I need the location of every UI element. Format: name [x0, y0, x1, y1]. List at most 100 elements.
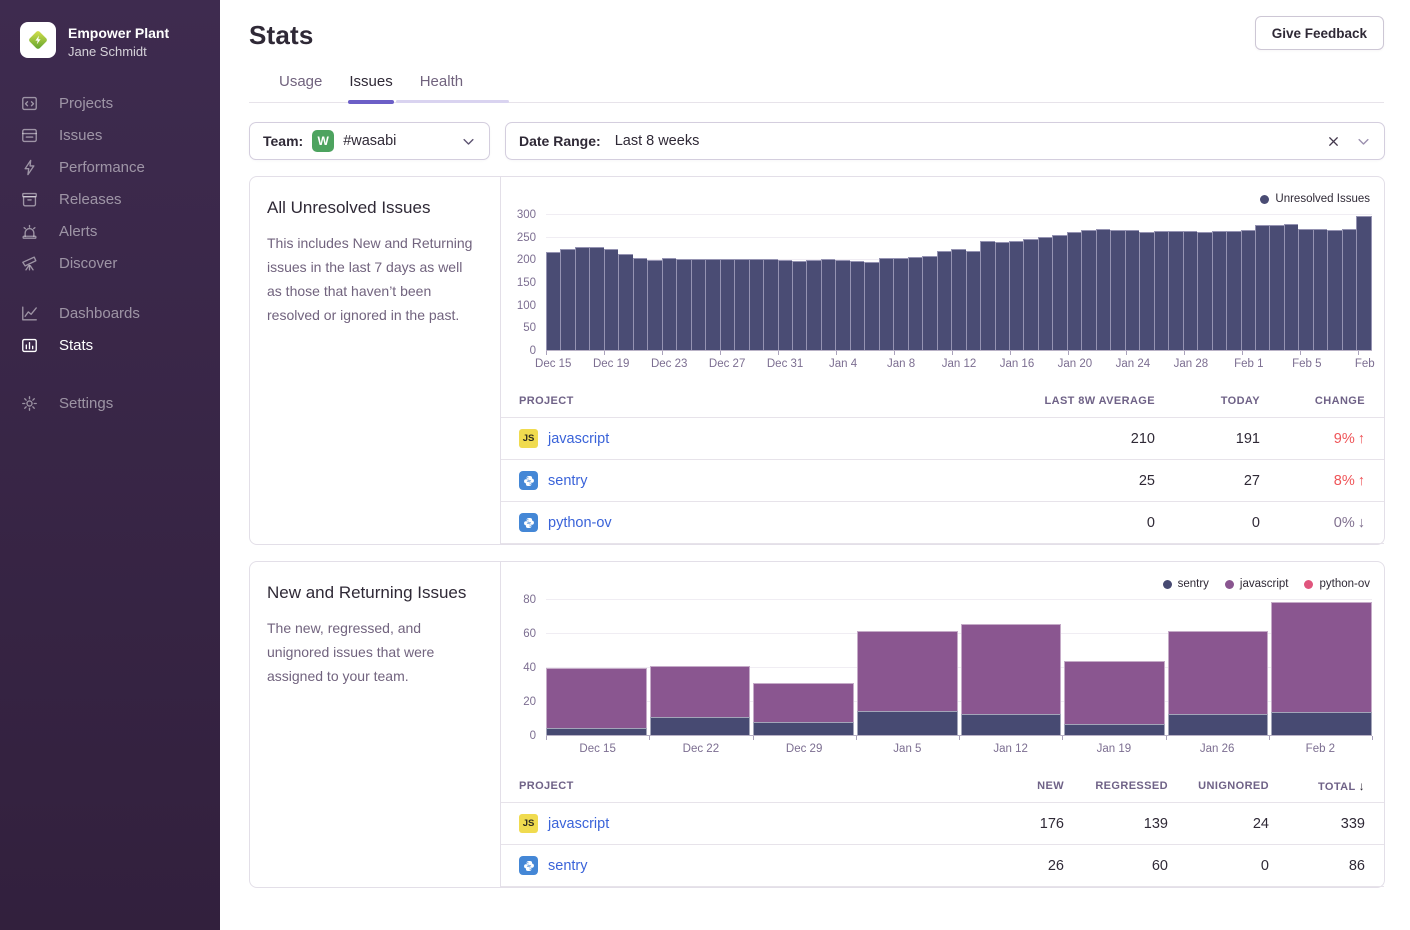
segment-javascript: [1064, 661, 1165, 724]
x-axis-tick: [894, 351, 895, 355]
legend-javascript[interactable]: javascript: [1225, 578, 1289, 590]
unresolved-bar: [575, 247, 589, 351]
sidebar-item-projects[interactable]: Projects: [0, 87, 220, 119]
y-axis-label: 80: [523, 594, 536, 606]
sidebar-item-releases[interactable]: Releases: [0, 183, 220, 215]
unresolved-bar: [1052, 235, 1066, 352]
date-range-select[interactable]: Date Range: Last 8 weeks: [505, 122, 1385, 160]
x-axis-tick: [952, 351, 953, 355]
sidebar-item-dashboards[interactable]: Dashboards: [0, 297, 220, 329]
unresolved-bar: [618, 254, 632, 351]
sidebar-item-issues[interactable]: Issues: [0, 119, 220, 151]
unresolved-bar: [1154, 231, 1168, 351]
x-axis-tick: [1269, 736, 1270, 740]
sidebar-item-discover[interactable]: Discover: [0, 247, 220, 279]
unresolved-bar: [1038, 237, 1052, 351]
sidebar-item-performance[interactable]: Performance: [0, 151, 220, 183]
new-value: 26: [954, 858, 1064, 874]
legend-unresolved-issues[interactable]: Unresolved Issues: [1260, 193, 1370, 205]
sidebar-item-stats[interactable]: Stats: [0, 329, 220, 361]
unresolved-bar: [691, 259, 705, 351]
column-header-regressed[interactable]: REGRESSED: [1064, 780, 1168, 792]
stacked-bar-dec-15: [546, 600, 647, 736]
column-header-new[interactable]: NEW: [954, 780, 1064, 792]
unresolved-bar: [1298, 229, 1312, 351]
unresolved-bar: [1197, 232, 1211, 351]
stacked-bar-jan-12: [961, 600, 1062, 736]
change-value: 8%↑: [1260, 473, 1365, 489]
segment-javascript: [1168, 631, 1269, 714]
segment-sentry: [753, 722, 854, 736]
change-percent: 9%: [1334, 431, 1355, 447]
tab-issues[interactable]: Issues: [348, 65, 393, 102]
unresolved-bar: [1255, 225, 1269, 351]
stacked-bar-jan-19: [1064, 600, 1165, 736]
x-axis-tick: [836, 351, 837, 355]
y-axis-label: 40: [523, 662, 536, 674]
date-range-icons: [1326, 134, 1371, 149]
new-returning-panel-info: New and Returning Issues The new, regres…: [250, 562, 501, 887]
new-returning-bars: [546, 600, 1372, 736]
x-axis-label: Dec 19: [593, 358, 629, 370]
unresolved-bar: [1096, 229, 1110, 351]
y-axis-label: 0: [530, 345, 536, 357]
tabs: Usage Issues Health: [249, 65, 1384, 103]
new-returning-panel: New and Returning Issues The new, regres…: [249, 561, 1385, 888]
segment-sentry: [650, 717, 751, 736]
x-axis-tick: [1166, 736, 1167, 740]
clear-icon[interactable]: [1326, 134, 1341, 149]
main-content: Stats Give Feedback UsageIssuesHealth Te…: [220, 0, 1410, 930]
arrow-down-icon: ↓: [1358, 515, 1365, 531]
project-link-sentry[interactable]: sentry: [548, 858, 588, 874]
unresolved-bar: [633, 258, 647, 351]
column-header-unignored[interactable]: UNIGNORED: [1168, 780, 1269, 792]
unresolved-bar: [1342, 229, 1356, 351]
unresolved-bar: [893, 258, 907, 351]
python-platform-icon: [519, 856, 538, 875]
team-label: Team:: [263, 133, 303, 149]
give-feedback-button[interactable]: Give Feedback: [1255, 16, 1384, 50]
project-link-python-ov[interactable]: python-ov: [548, 515, 612, 531]
sidebar-item-label: Alerts: [59, 223, 97, 240]
sidebar-item-alerts[interactable]: Alerts: [0, 215, 220, 247]
x-axis-tick: [856, 736, 857, 740]
legend-label: python-ov: [1319, 578, 1370, 590]
column-header-today: TODAY: [1155, 395, 1260, 407]
team-value: #wasabi: [343, 133, 452, 149]
unresolved-bar: [1067, 232, 1081, 351]
new-returning-panel-title: New and Returning Issues: [267, 583, 480, 603]
sidebar-item-settings[interactable]: Settings: [0, 387, 220, 419]
discover-icon: [20, 254, 39, 273]
x-axis-label: Jan 26: [1200, 743, 1235, 755]
x-axis-label: Dec 22: [683, 743, 719, 755]
average-value: 0: [995, 515, 1155, 531]
x-axis-label: Dec 23: [651, 358, 687, 370]
x-axis-label: Dec 31: [767, 358, 803, 370]
project-link-javascript[interactable]: javascript: [548, 431, 609, 447]
legend-python-ov[interactable]: python-ov: [1304, 578, 1370, 590]
unresolved-plot: [546, 215, 1372, 351]
unresolved-bars: [546, 215, 1372, 351]
project-link-sentry[interactable]: sentry: [548, 473, 588, 489]
sidebar-item-label: Issues: [59, 127, 102, 144]
sidebar-item-label: Releases: [59, 191, 122, 208]
column-header-project[interactable]: PROJECT: [519, 780, 954, 792]
stacked-bar-feb-2: [1271, 600, 1372, 736]
unresolved-bar: [1212, 231, 1226, 351]
new-returning-table-rows: JSjavascript17613924339sentry2660086: [501, 803, 1384, 887]
unresolved-bar: [864, 262, 878, 351]
tab-usage[interactable]: Usage: [278, 65, 323, 102]
tab-health[interactable]: Health: [419, 65, 464, 102]
y-axis-label: 50: [523, 322, 536, 334]
x-axis-label: Dec 15: [535, 358, 571, 370]
unresolved-bar: [647, 260, 661, 351]
team-select[interactable]: Team: W #wasabi: [249, 122, 490, 160]
change-percent: 8%: [1334, 473, 1355, 489]
column-header-total[interactable]: TOTAL↓: [1269, 779, 1365, 793]
unresolved-bar: [980, 241, 994, 351]
x-axis-label: Jan 12: [993, 743, 1028, 755]
y-axis-label: 200: [517, 254, 536, 266]
org-switcher[interactable]: Empower Plant Jane Schmidt: [0, 22, 220, 59]
legend-sentry[interactable]: sentry: [1163, 578, 1209, 590]
project-link-javascript[interactable]: javascript: [548, 816, 609, 832]
